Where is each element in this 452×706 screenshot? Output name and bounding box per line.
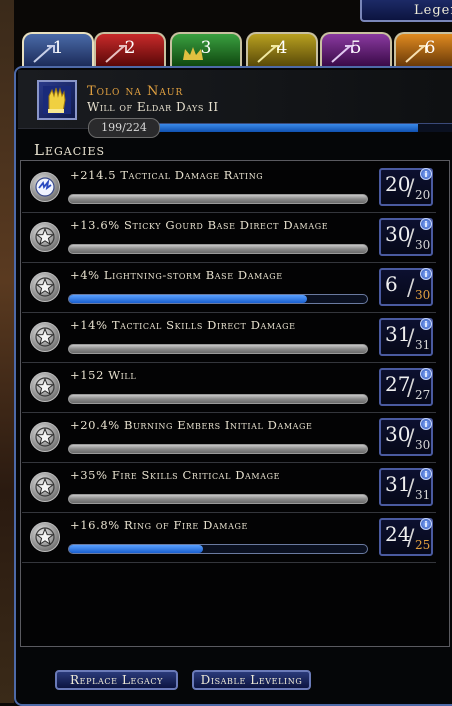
legacy-label: +35% Fire Skills Critical Damage bbox=[70, 468, 281, 482]
tab-3[interactable]: 3 bbox=[170, 32, 242, 66]
legacy-progress-bar bbox=[68, 544, 368, 554]
legacy-label: +214.5 Tactical Damage Rating bbox=[70, 168, 264, 182]
legacy-rank-max: 25 bbox=[415, 538, 431, 552]
legacy-rank-max: 31 bbox=[415, 488, 431, 502]
rank-separator: / bbox=[407, 376, 415, 401]
legacy-row[interactable]: +20.4% Burning Embers Initial Damage 30/3… bbox=[22, 414, 436, 463]
info-icon[interactable]: i bbox=[420, 218, 432, 230]
star-medallion-icon bbox=[30, 522, 60, 552]
tab-5[interactable]: 5 bbox=[320, 32, 392, 66]
lightning-swirl-icon bbox=[30, 172, 60, 202]
legacy-progress-bar bbox=[68, 294, 368, 304]
legacy-row[interactable]: +214.5 Tactical Damage Rating 20/20 i bbox=[22, 164, 436, 213]
star-medallion-icon bbox=[30, 322, 60, 352]
rank-separator: / bbox=[407, 226, 415, 251]
star-medallion-icon bbox=[30, 472, 60, 502]
tab-3-label: 3 bbox=[200, 38, 212, 58]
tab-5-label: 5 bbox=[350, 38, 362, 58]
item-name: Tolo na Naur bbox=[87, 84, 184, 99]
tab-1-label: 1 bbox=[52, 38, 64, 58]
info-icon[interactable]: i bbox=[420, 268, 432, 280]
legacy-progress-bar bbox=[68, 444, 368, 454]
legacy-row[interactable]: +152 Will 27/27 i bbox=[22, 364, 436, 413]
glove-icon[interactable] bbox=[37, 80, 77, 120]
legacy-rank-box[interactable]: 31/31 i bbox=[379, 318, 433, 356]
legacy-rank-current: 6 bbox=[385, 272, 398, 296]
legacy-label: +16.8% Ring of Fire Damage bbox=[70, 518, 248, 532]
legacy-rank-box[interactable]: 30/30 i bbox=[379, 218, 433, 256]
item-xp-bar bbox=[140, 123, 452, 132]
star-medallion-icon bbox=[30, 272, 60, 302]
legacy-rank-max: 30 bbox=[415, 438, 431, 452]
star-medallion-icon bbox=[30, 372, 60, 402]
star-medallion-icon bbox=[30, 222, 60, 252]
replace-legacy-button[interactable]: Replace Legacy bbox=[55, 670, 178, 690]
rank-separator: / bbox=[407, 276, 415, 301]
legacy-label: +20.4% Burning Embers Initial Damage bbox=[70, 418, 313, 432]
rank-separator: / bbox=[407, 526, 415, 551]
legacy-rank-box[interactable]: 6 /30 i bbox=[379, 268, 433, 306]
legacy-label: +4% Lightning-storm Base Damage bbox=[70, 268, 283, 282]
legacy-rank-box[interactable]: 20/20 i bbox=[379, 168, 433, 206]
info-icon[interactable]: i bbox=[420, 518, 432, 530]
legacy-rank-max: 27 bbox=[415, 388, 431, 402]
legacies-heading: Legacies bbox=[34, 141, 106, 159]
info-icon[interactable]: i bbox=[420, 368, 432, 380]
tab-6[interactable]: 6 bbox=[394, 32, 452, 66]
legacy-rank-box[interactable]: 31/31 i bbox=[379, 468, 433, 506]
tab-2[interactable]: 2 bbox=[94, 32, 166, 66]
tab-2-label: 2 bbox=[124, 38, 136, 58]
legacy-progress-fill bbox=[69, 295, 308, 303]
info-icon[interactable]: i bbox=[420, 168, 432, 180]
legacy-rank-box[interactable]: 27/27 i bbox=[379, 368, 433, 406]
legacy-row[interactable]: +14% Tactical Skills Direct Damage 31/31 i bbox=[22, 314, 436, 363]
tab-4-label: 4 bbox=[276, 38, 288, 58]
star-medallion-icon bbox=[30, 422, 60, 452]
legacy-progress-bar bbox=[68, 394, 368, 404]
info-icon[interactable]: i bbox=[420, 468, 432, 480]
tab-1[interactable]: 1 bbox=[22, 32, 94, 66]
item-xp-label: 199/224 bbox=[88, 118, 160, 138]
legacy-row[interactable]: +4% Lightning-storm Base Damage 6 /30 i bbox=[22, 264, 436, 313]
legacy-progress-bar bbox=[68, 494, 368, 504]
legacy-label: +152 Will bbox=[70, 368, 137, 382]
legacy-row[interactable]: +13.6% Sticky Gourd Base Direct Damage 30… bbox=[22, 214, 436, 263]
background-scenery bbox=[0, 0, 14, 703]
legacy-rank-box[interactable]: 30/30 i bbox=[379, 418, 433, 456]
legacy-progress-bar bbox=[68, 244, 368, 254]
legacy-rank-max: 30 bbox=[415, 288, 431, 302]
rank-separator: / bbox=[407, 476, 415, 501]
legacy-progress-bar bbox=[68, 344, 368, 354]
item-subtitle: Will of Eldar Days II bbox=[87, 100, 219, 114]
legacy-rank-max: 30 bbox=[415, 238, 431, 252]
item-header bbox=[18, 70, 452, 129]
legacy-label: +14% Tactical Skills Direct Damage bbox=[70, 318, 296, 332]
rank-separator: / bbox=[407, 176, 415, 201]
legacy-rank-max: 20 bbox=[415, 188, 431, 202]
disable-leveling-button[interactable]: Disable Leveling bbox=[192, 670, 311, 690]
legacy-label: +13.6% Sticky Gourd Base Direct Damage bbox=[70, 218, 329, 232]
legacy-rank-box[interactable]: 24/25 i bbox=[379, 518, 433, 556]
legacy-row[interactable]: +16.8% Ring of Fire Damage 24/25 i bbox=[22, 514, 436, 563]
window-title: Legen bbox=[360, 0, 452, 22]
rank-separator: / bbox=[407, 426, 415, 451]
legacy-progress-bar bbox=[68, 194, 368, 204]
info-icon[interactable]: i bbox=[420, 418, 432, 430]
info-icon[interactable]: i bbox=[420, 318, 432, 330]
tab-4[interactable]: 4 bbox=[246, 32, 318, 66]
legacy-rank-max: 31 bbox=[415, 338, 431, 352]
item-xp-fill bbox=[140, 124, 418, 132]
legacy-progress-fill bbox=[69, 545, 204, 553]
tab-6-label: 6 bbox=[424, 38, 436, 58]
rank-separator: / bbox=[407, 326, 415, 351]
legendary-item-tabs: 1 2 3 4 5 6 bbox=[22, 32, 452, 68]
legacy-row[interactable]: +35% Fire Skills Critical Damage 31/31 i bbox=[22, 464, 436, 513]
